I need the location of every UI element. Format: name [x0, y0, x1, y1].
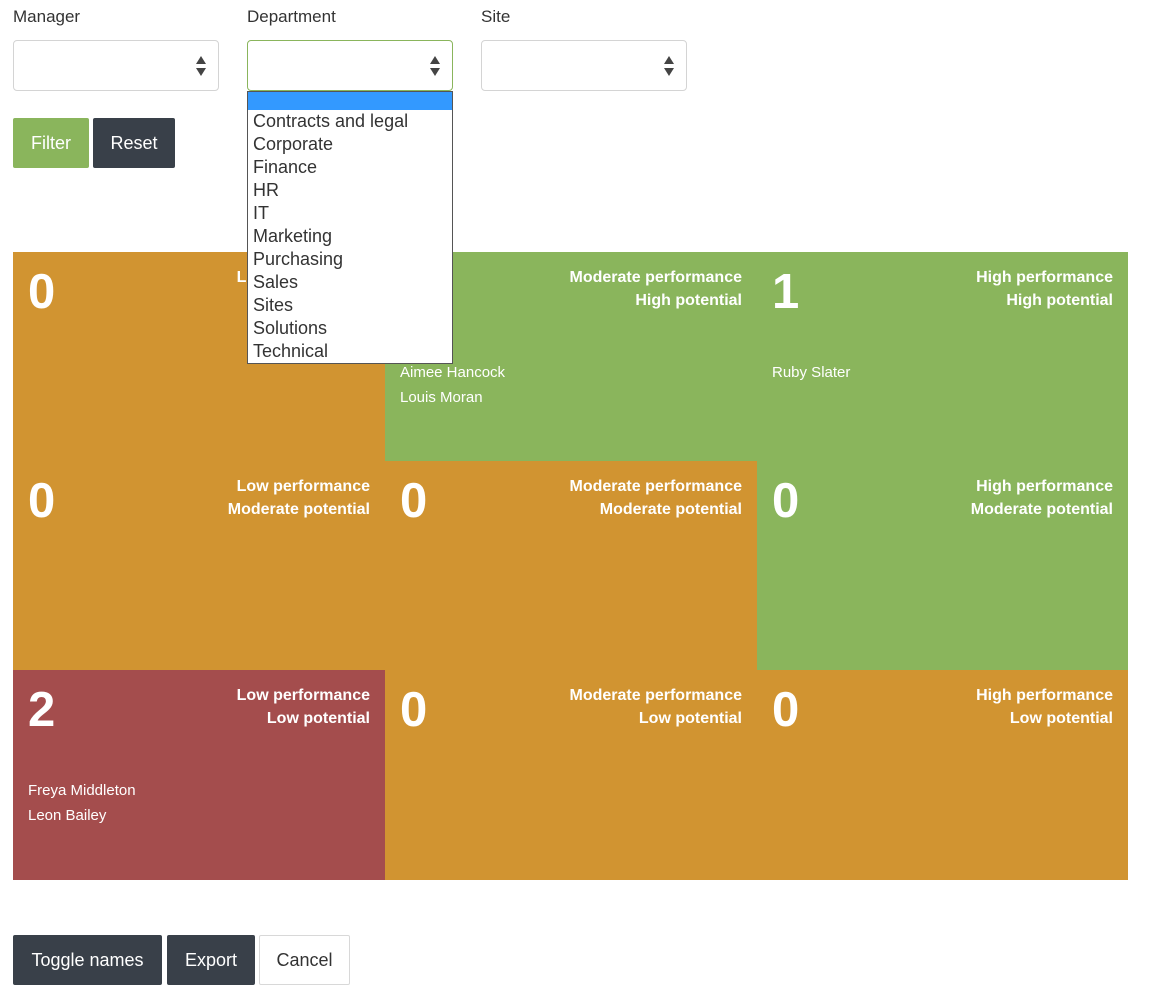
cell-label: Moderate performance High potential [570, 266, 743, 312]
grid-cell: 0 High performance Low potential [757, 670, 1128, 880]
employee-name[interactable]: Ruby Slater [772, 360, 850, 385]
department-select[interactable] [247, 40, 453, 91]
cell-label: Low performance Moderate potential [228, 475, 370, 521]
department-option[interactable]: Sites [248, 294, 452, 317]
cell-count: 1 [772, 265, 800, 319]
cell-potential: Low potential [1009, 710, 1113, 727]
grid-cell: 1 High performance High potential Ruby Slat… [757, 252, 1128, 461]
department-option[interactable]: HR [248, 179, 452, 202]
export-button[interactable]: Export [167, 935, 255, 985]
toggle-names-button[interactable]: Toggle names [13, 935, 162, 985]
sort-arrows-icon [430, 56, 440, 76]
cell-label: High performance Moderate potential [971, 475, 1113, 521]
cell-potential: Low potential [266, 710, 370, 727]
cell-count: 0 [400, 683, 428, 737]
cell-potential: Moderate potential [599, 501, 742, 518]
cell-label: Moderate performance Moderate potential [570, 475, 743, 521]
cell-count: 2 [28, 683, 56, 737]
cell-label: Low performance Low potential [237, 684, 370, 730]
cell-performance: Low performance [236, 478, 370, 495]
manager-label: Manager [13, 7, 81, 26]
cell-potential: Moderate potential [227, 501, 370, 518]
cell-potential: Low potential [638, 710, 742, 727]
employee-names: Freya Middleton Leon Bailey [28, 778, 136, 828]
department-option[interactable]: Marketing [248, 225, 452, 248]
department-option[interactable]: Sales [248, 271, 452, 294]
department-option[interactable]: Corporate [248, 133, 452, 156]
department-option[interactable]: Finance [248, 156, 452, 179]
department-option[interactable]: Contracts and legal [248, 110, 452, 133]
employee-name[interactable]: Freya Middleton [28, 778, 136, 803]
cell-potential: Moderate potential [970, 501, 1113, 518]
employee-name[interactable]: Leon Bailey [28, 803, 136, 828]
department-label: Department [247, 7, 336, 26]
cell-potential: High potential [1006, 292, 1113, 309]
cancel-button[interactable]: Cancel [259, 935, 350, 985]
grid-cell: 2 Low performance Low potential Freya Middl… [13, 670, 385, 880]
site-label: Site [481, 7, 511, 26]
cell-label: High performance High potential [976, 266, 1113, 312]
manager-select[interactable] [13, 40, 219, 91]
cell-label: Moderate performance Low potential [570, 684, 743, 730]
site-select[interactable] [481, 40, 687, 91]
grid-cell: 0 Moderate performance Low potential [385, 670, 757, 880]
cell-performance: Low performance [236, 687, 370, 704]
cell-count: 0 [400, 474, 428, 528]
nine-box-grid: 0 Low performance High potential 2 Moderate … [13, 252, 1128, 880]
cell-count: 0 [772, 683, 800, 737]
cell-performance: High performance [976, 269, 1113, 286]
cell-performance: Moderate performance [569, 478, 743, 495]
department-option[interactable]: IT [248, 202, 452, 225]
cell-performance: Moderate performance [569, 687, 743, 704]
grid-cell: 0 Low performance Moderate potential [13, 461, 385, 670]
cell-count: 0 [28, 265, 56, 319]
grid-cell: 0 High performance Moderate potential [757, 461, 1128, 670]
employee-names: Ruby Slater [772, 360, 850, 385]
filter-button[interactable]: Filter [13, 118, 89, 168]
grid-cell: 0 Moderate performance Moderate potential [385, 461, 757, 670]
department-option[interactable]: Technical [248, 340, 452, 363]
employee-names: Aimee Hancock Louis Moran [400, 360, 505, 410]
cell-potential: High potential [635, 292, 742, 309]
department-option[interactable]: Purchasing [248, 248, 452, 271]
cell-count: 0 [28, 474, 56, 528]
department-option[interactable] [248, 92, 452, 110]
cell-performance: High performance [976, 687, 1113, 704]
employee-name[interactable]: Louis Moran [400, 385, 505, 410]
reset-button[interactable]: Reset [93, 118, 175, 168]
sort-arrows-icon [196, 56, 206, 76]
cell-count: 0 [772, 474, 800, 528]
department-option[interactable]: Solutions [248, 317, 452, 340]
cell-performance: Moderate performance [569, 269, 743, 286]
cell-performance: High performance [976, 478, 1113, 495]
sort-arrows-icon [664, 56, 674, 76]
cell-label: High performance Low potential [976, 684, 1113, 730]
department-dropdown-list[interactable]: Contracts and legal Corporate Finance HR IT M… [247, 91, 453, 364]
